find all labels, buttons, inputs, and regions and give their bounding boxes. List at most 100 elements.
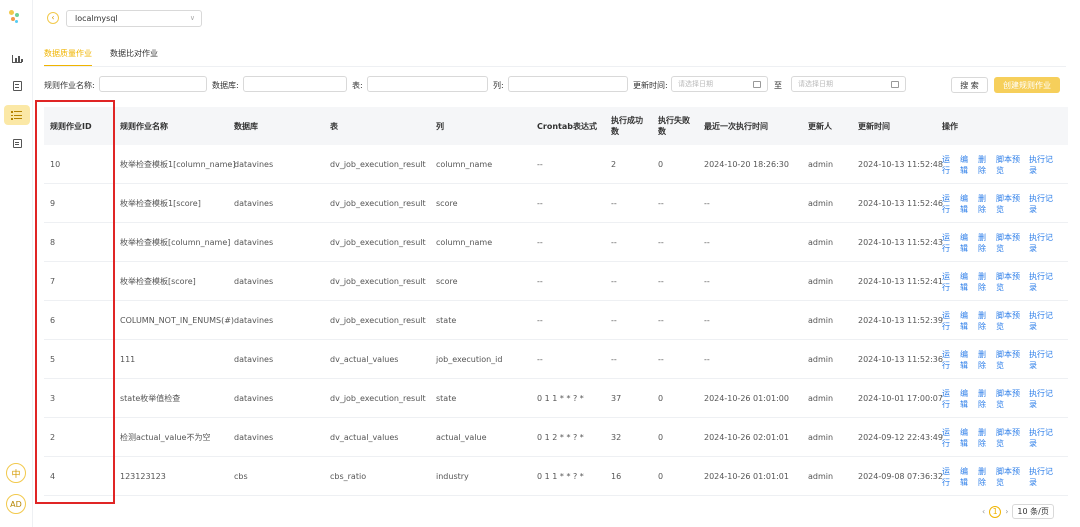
job-name-label: 规则作业名称: <box>44 81 95 90</box>
tab-compare-jobs[interactable]: 数据比对作业 <box>110 48 158 66</box>
edit-link[interactable]: 编辑 <box>960 349 975 371</box>
cell-update-time: 2024-10-13 11:52:36 <box>858 355 943 364</box>
page-size-select[interactable]: 10 条/页 <box>1012 504 1054 519</box>
exec-record-link[interactable]: 执行记录 <box>1029 466 1059 488</box>
edit-link[interactable]: 编辑 <box>960 466 975 488</box>
script-preview-link[interactable]: 脚本预览 <box>996 232 1026 254</box>
run-link[interactable]: 运行 <box>942 154 957 176</box>
col-header-database: 数据库 <box>234 121 258 131</box>
nav-jobs[interactable] <box>4 105 30 125</box>
cell-database: datavines <box>234 355 274 364</box>
script-preview-link[interactable]: 脚本预览 <box>996 271 1026 293</box>
column-input[interactable] <box>508 76 628 92</box>
run-link[interactable]: 运行 <box>942 349 957 371</box>
delete-link[interactable]: 删除 <box>978 232 993 254</box>
table-input[interactable] <box>367 76 488 92</box>
delete-link[interactable]: 删除 <box>978 427 993 449</box>
start-date-picker[interactable]: 请选择日期 <box>671 76 768 92</box>
back-button[interactable]: ‹ <box>47 12 59 24</box>
sidebar: 中 AD <box>0 0 33 527</box>
cell-column: score <box>436 199 458 208</box>
cell-column: industry <box>436 472 469 481</box>
exec-record-link[interactable]: 执行记录 <box>1029 388 1059 410</box>
edit-link[interactable]: 编辑 <box>960 427 975 449</box>
script-preview-link[interactable]: 脚本预览 <box>996 349 1026 371</box>
cell-crontab: -- <box>537 277 543 286</box>
run-link[interactable]: 运行 <box>942 388 957 410</box>
script-preview-link[interactable]: 脚本预览 <box>996 310 1026 332</box>
delete-link[interactable]: 删除 <box>978 193 993 215</box>
exec-record-link[interactable]: 执行记录 <box>1029 271 1059 293</box>
cell-name: 111 <box>120 355 136 364</box>
cell-update-time: 2024-10-13 11:52:43 <box>858 238 943 247</box>
delete-link[interactable]: 删除 <box>978 466 993 488</box>
calendar-icon <box>891 81 899 88</box>
edit-link[interactable]: 编辑 <box>960 193 975 215</box>
cell-name: COLUMN_NOT_IN_ENUMS(#) <box>120 316 235 325</box>
script-preview-link[interactable]: 脚本预览 <box>996 427 1026 449</box>
col-header-table: 表 <box>330 121 338 131</box>
script-preview-link[interactable]: 脚本预览 <box>996 154 1026 176</box>
exec-record-link[interactable]: 执行记录 <box>1029 310 1059 332</box>
tab-bar: 数据质量作业 数据比对作业 <box>44 48 158 66</box>
run-link[interactable]: 运行 <box>942 232 957 254</box>
edit-link[interactable]: 编辑 <box>960 310 975 332</box>
delete-link[interactable]: 删除 <box>978 154 993 176</box>
script-preview-link[interactable]: 脚本预览 <box>996 466 1026 488</box>
cell-fail: 0 <box>658 160 664 169</box>
cell-crontab: -- <box>537 238 543 247</box>
run-link[interactable]: 运行 <box>942 427 957 449</box>
create-job-button[interactable]: 创建规则作业 <box>994 77 1060 93</box>
edit-link[interactable]: 编辑 <box>960 232 975 254</box>
edit-link[interactable]: 编辑 <box>960 154 975 176</box>
nav-documents[interactable] <box>7 77 27 95</box>
nav-dashboard[interactable] <box>7 50 27 68</box>
cell-success: -- <box>611 238 617 247</box>
search-button[interactable]: 搜 索 <box>951 77 988 93</box>
run-link[interactable]: 运行 <box>942 271 957 293</box>
datasource-select[interactable]: localmysql ∨ <box>66 10 202 27</box>
database-input[interactable] <box>243 76 347 92</box>
exec-record-link[interactable]: 执行记录 <box>1029 232 1059 254</box>
date-to-label: 至 <box>774 81 782 90</box>
prev-page-button[interactable]: ‹ <box>982 507 985 516</box>
job-name-input[interactable] <box>99 76 207 92</box>
cell-crontab: 0 1 1 * * ? * <box>537 394 584 403</box>
script-preview-link[interactable]: 脚本预览 <box>996 388 1026 410</box>
exec-record-link[interactable]: 执行记录 <box>1029 193 1059 215</box>
tab-quality-jobs[interactable]: 数据质量作业 <box>44 48 92 66</box>
exec-record-link[interactable]: 执行记录 <box>1029 349 1059 371</box>
cell-update-time: 2024-10-13 11:52:46 <box>858 199 943 208</box>
edit-link[interactable]: 编辑 <box>960 271 975 293</box>
table-row: 7 枚举检查模板[score] datavines dv_job_execution_… <box>44 262 1068 301</box>
cell-database: datavines <box>234 238 274 247</box>
cell-crontab: 0 1 1 * * ? * <box>537 472 584 481</box>
table-row: 6 COLUMN_NOT_IN_ENUMS(#) datavines dv_job_e… <box>44 301 1068 340</box>
cell-ops: 运行 编辑 删除 脚本预览 执行记录 <box>942 340 1062 379</box>
delete-link[interactable]: 删除 <box>978 271 993 293</box>
end-date-picker[interactable]: 请选择日期 <box>791 76 906 92</box>
page-number[interactable]: 1 <box>989 505 1002 518</box>
database-label: 数据库: <box>212 81 239 90</box>
run-link[interactable]: 运行 <box>942 466 957 488</box>
delete-link[interactable]: 删除 <box>978 388 993 410</box>
edit-link[interactable]: 编辑 <box>960 388 975 410</box>
next-page-button[interactable]: › <box>1005 507 1008 516</box>
avatar[interactable]: AD <box>6 494 26 514</box>
nav-reports[interactable] <box>7 134 27 152</box>
cell-table: dv_job_execution_result <box>330 394 426 403</box>
language-button[interactable]: 中 <box>6 463 26 483</box>
delete-link[interactable]: 删除 <box>978 310 993 332</box>
exec-record-link[interactable]: 执行记录 <box>1029 427 1059 449</box>
cell-fail: -- <box>658 238 664 247</box>
exec-record-link[interactable]: 执行记录 <box>1029 154 1059 176</box>
cell-success: -- <box>611 277 617 286</box>
cell-ops: 运行 编辑 删除 脚本预览 执行记录 <box>942 457 1062 496</box>
cell-column: state <box>436 394 457 403</box>
cell-crontab: -- <box>537 316 543 325</box>
run-link[interactable]: 运行 <box>942 310 957 332</box>
script-preview-link[interactable]: 脚本预览 <box>996 193 1026 215</box>
run-link[interactable]: 运行 <box>942 193 957 215</box>
delete-link[interactable]: 删除 <box>978 349 993 371</box>
cell-column: column_name <box>436 160 493 169</box>
